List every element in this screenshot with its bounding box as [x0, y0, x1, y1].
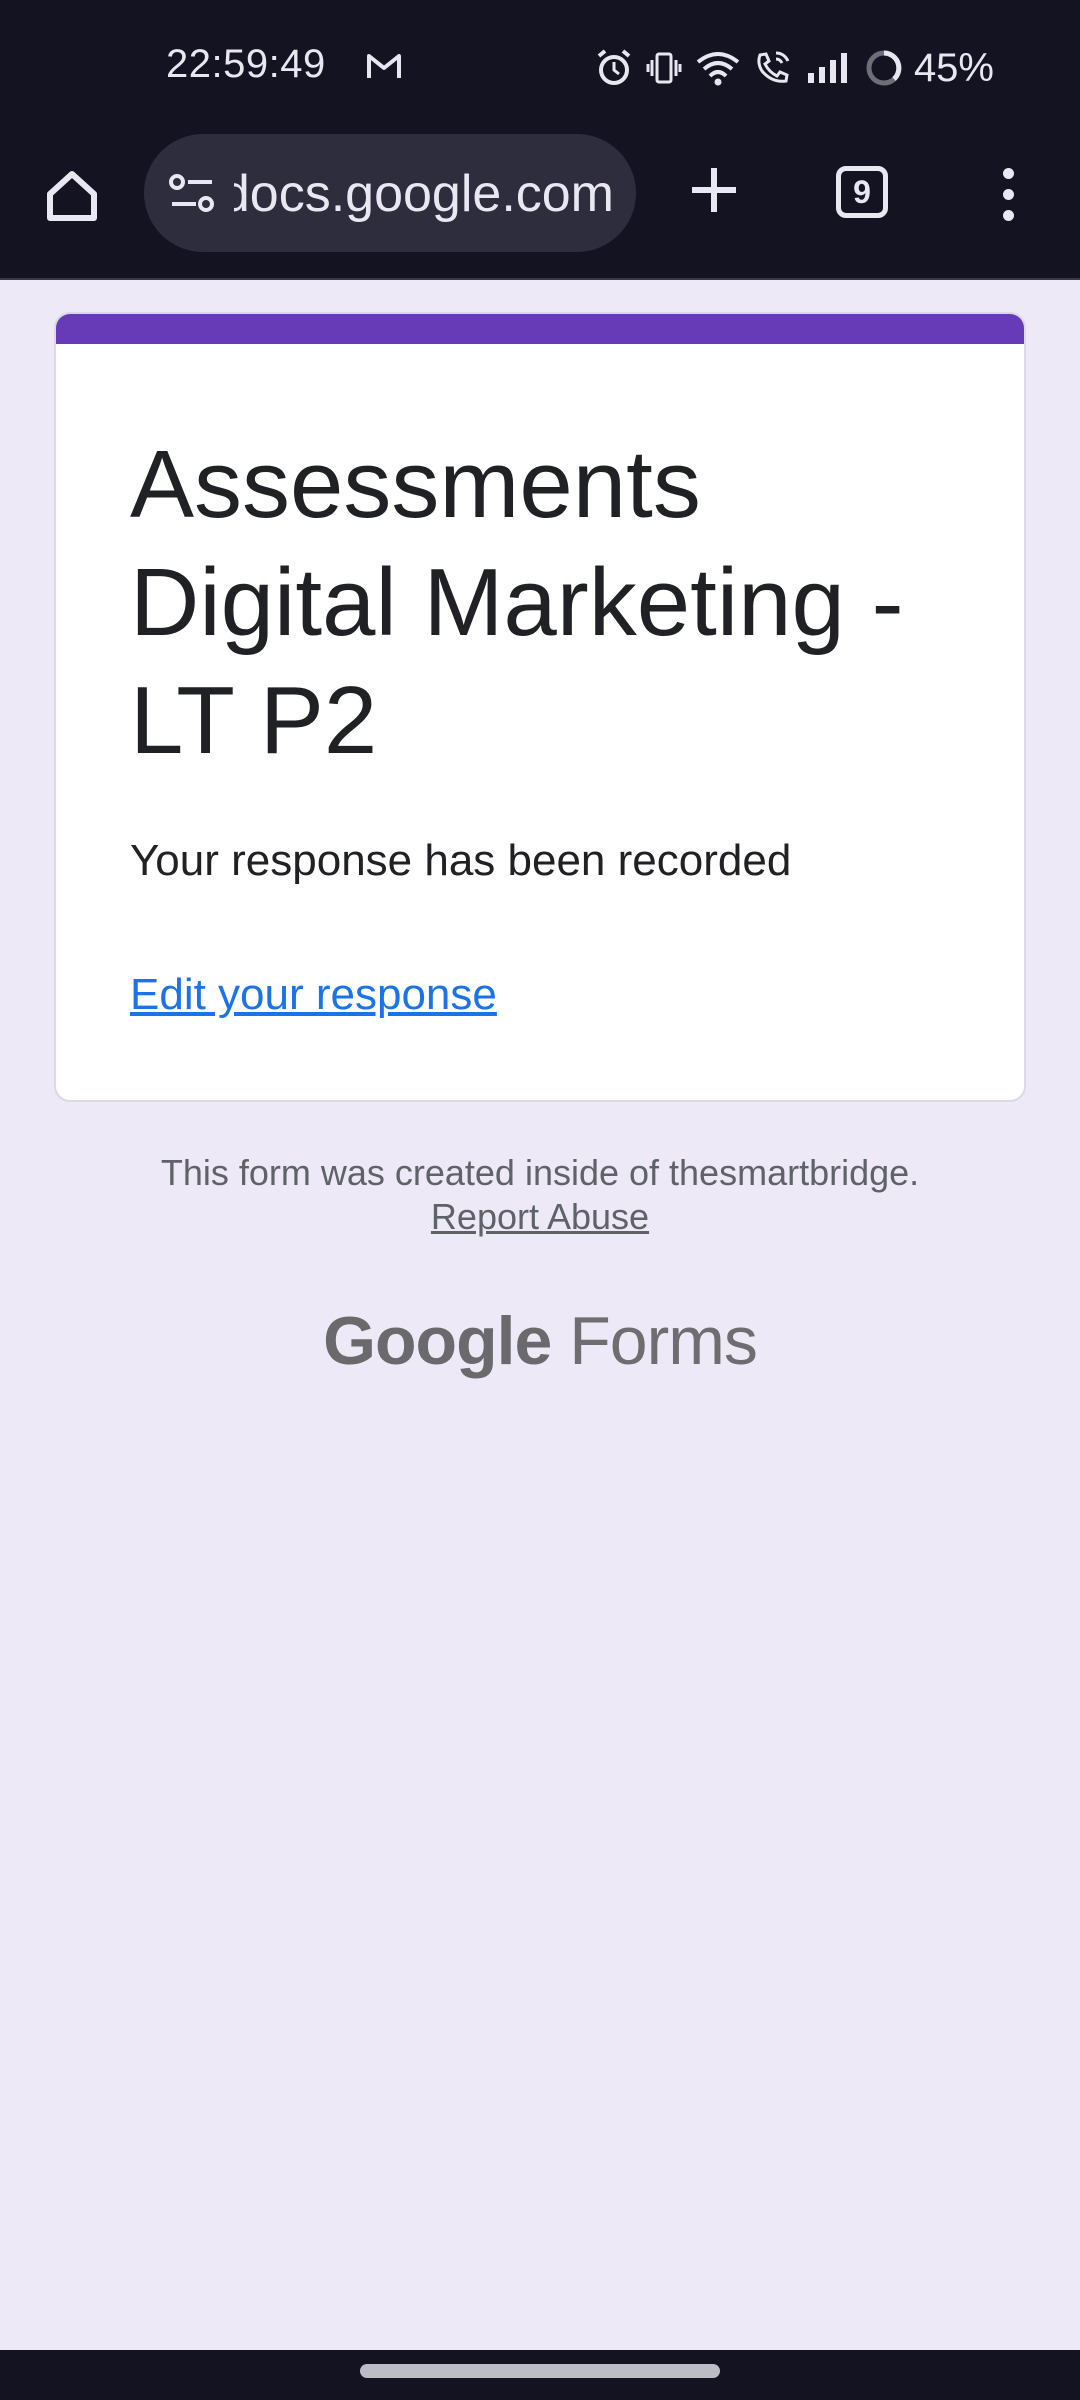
tab-switcher-button[interactable]: 9	[836, 166, 888, 218]
signal-icon	[807, 53, 847, 83]
confirmation-message: Your response has been recorded	[130, 836, 792, 885]
system-nav-bar	[0, 2350, 1080, 2400]
alarm-icon	[597, 49, 631, 85]
new-tab-button[interactable]	[678, 154, 750, 226]
status-bar: 22:59:49 45%	[0, 0, 1080, 132]
form-card: Assessments Digital Marketing - LT P2 Yo…	[54, 312, 1026, 1102]
edit-response-link[interactable]: Edit your response	[130, 970, 497, 1020]
vibrate-icon	[646, 52, 682, 84]
site-settings-icon[interactable]	[168, 172, 216, 221]
footer-created-text: This form was created inside of thesmart…	[160, 1152, 920, 1193]
form-accent-bar	[56, 314, 1024, 344]
home-button[interactable]	[36, 160, 108, 232]
google-wordmark: Google	[323, 1303, 552, 1379]
status-time: 22:59:49	[166, 42, 326, 86]
battery-percentage: 45%	[913, 45, 994, 90]
more-vert-icon[interactable]	[990, 158, 1026, 230]
home-icon	[47, 171, 97, 221]
url-text: docs.google.com	[234, 165, 614, 223]
gmail-icon	[366, 52, 402, 85]
browser-toolbar: docs.google.com 9	[0, 132, 1080, 280]
battery-icon	[866, 50, 902, 86]
report-abuse-container: Report Abuse	[0, 1196, 1080, 1238]
wifi-icon	[696, 52, 740, 86]
forms-wordmark: Forms	[569, 1303, 758, 1379]
form-title: Assessments Digital Marketing - LT P2	[130, 431, 904, 774]
report-abuse-link[interactable]: Report Abuse	[431, 1196, 649, 1237]
wifi-calling-icon	[757, 51, 790, 83]
gesture-handle[interactable]	[360, 2364, 720, 2378]
status-icons: 45%	[596, 44, 994, 92]
plus-icon	[692, 168, 736, 212]
google-forms-logo[interactable]: Google Forms	[0, 1302, 1080, 1380]
address-bar[interactable]: docs.google.com	[144, 134, 636, 252]
